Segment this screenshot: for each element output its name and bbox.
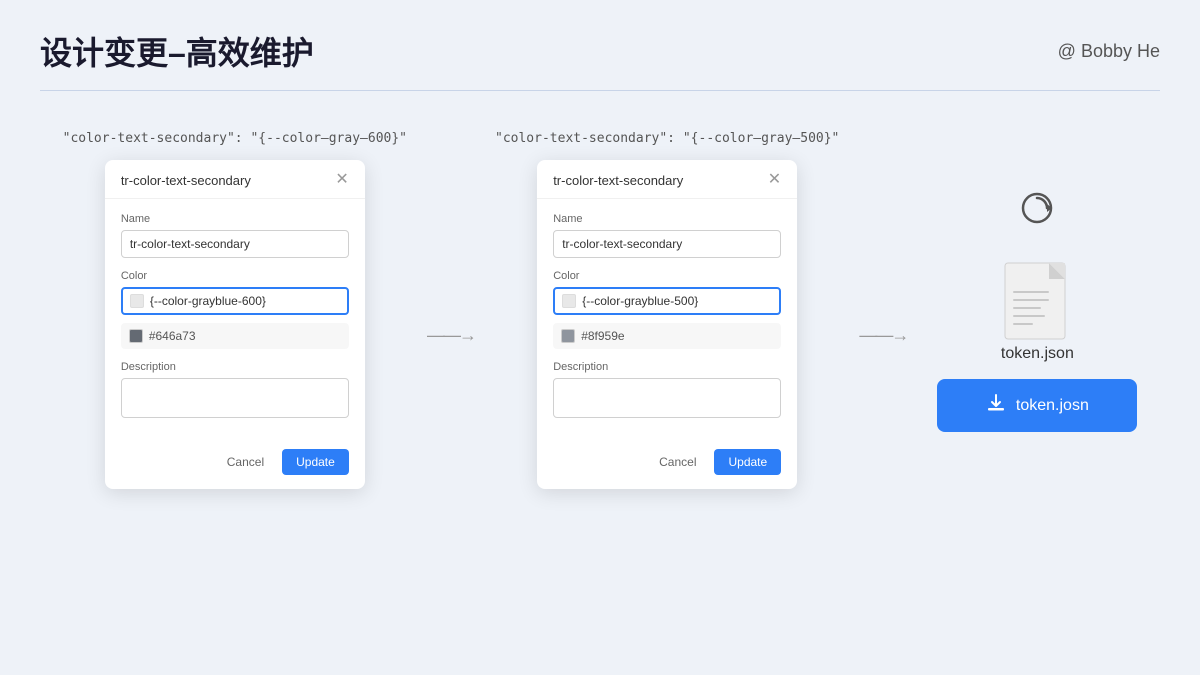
step1-desc-input[interactable] xyxy=(121,378,349,418)
step1-color-hex: #646a73 xyxy=(149,329,196,343)
file-doc-svg xyxy=(997,253,1077,345)
refresh-icon xyxy=(1017,188,1057,228)
step2-name-label: Name xyxy=(553,213,781,225)
user-info: @ Bobby He xyxy=(1058,41,1160,62)
download-icon xyxy=(986,393,1006,418)
step1-dialog-body: Name Color #646a73 Description xyxy=(105,199,365,443)
step2-color-label: Color xyxy=(553,270,781,282)
step2-color-value[interactable] xyxy=(582,294,772,308)
step1-color-preview-swatch xyxy=(129,329,143,343)
download-button[interactable]: token.josn xyxy=(937,379,1137,432)
step1-color-swatch xyxy=(130,294,144,308)
step1-color-preview: #646a73 xyxy=(121,323,349,349)
download-btn-label: token.josn xyxy=(1016,397,1089,415)
step2-dialog: tr-color-text-secondary ✕ Name Color #8f… xyxy=(537,160,797,489)
step1-close-button[interactable]: ✕ xyxy=(335,172,348,188)
arrow2-container: ——→ xyxy=(839,275,927,346)
step1-dialog: tr-color-text-secondary ✕ Name Color #64… xyxy=(105,160,365,489)
file-icon-area: token.json xyxy=(997,253,1077,363)
step1-label: "color-text-secondary": "{--color–gray–6… xyxy=(63,131,407,146)
step2-color-input-wrapper[interactable] xyxy=(553,287,781,315)
step2-label: "color-text-secondary": "{--color–gray–5… xyxy=(495,131,839,146)
step2-close-button[interactable]: ✕ xyxy=(768,172,781,188)
refresh-icon-wrap xyxy=(1017,188,1057,233)
arrow1-icon: ——→ xyxy=(427,325,475,346)
step1-color-label: Color xyxy=(121,270,349,282)
page-title: 设计变更–高效维护 xyxy=(40,28,314,74)
step2-name-input[interactable] xyxy=(553,230,781,258)
step2-color-preview-swatch xyxy=(561,329,575,343)
arrow2-icon: ——→ xyxy=(859,325,907,346)
step1-color-value[interactable] xyxy=(150,294,340,308)
step1-cancel-button[interactable]: Cancel xyxy=(217,450,274,474)
header: 设计变更–高效维护 @ Bobby He xyxy=(0,0,1200,90)
step2-color-swatch xyxy=(562,294,576,308)
step1-color-input-wrapper[interactable] xyxy=(121,287,349,315)
step2-desc-label: Description xyxy=(553,361,781,373)
step1-name-input[interactable] xyxy=(121,230,349,258)
step1-dialog-header: tr-color-text-secondary ✕ xyxy=(105,160,365,199)
step2-dialog-header: tr-color-text-secondary ✕ xyxy=(537,160,797,199)
main-content: "color-text-secondary": "{--color–gray–6… xyxy=(0,91,1200,519)
step1-dialog-footer: Cancel Update xyxy=(105,443,365,489)
step2-update-button[interactable]: Update xyxy=(714,449,781,475)
step2-desc-input[interactable] xyxy=(553,378,781,418)
step2-dialog-footer: Cancel Update xyxy=(537,443,797,489)
arrow1-container: ——→ xyxy=(407,275,495,346)
step1-desc-label: Description xyxy=(121,361,349,373)
step2-cancel-button[interactable]: Cancel xyxy=(649,450,706,474)
step1-name-label: Name xyxy=(121,213,349,225)
step2-container: "color-text-secondary": "{--color–gray–5… xyxy=(495,131,839,489)
step2-dialog-body: Name Color #8f959e Description xyxy=(537,199,797,443)
output-container: token.json token.josn xyxy=(937,188,1137,432)
step2-color-preview: #8f959e xyxy=(553,323,781,349)
step2-color-hex: #8f959e xyxy=(581,329,624,343)
output-filename-text: token.json xyxy=(1001,345,1074,363)
step1-container: "color-text-secondary": "{--color–gray–6… xyxy=(63,131,407,489)
step1-update-button[interactable]: Update xyxy=(282,449,349,475)
step1-dialog-title: tr-color-text-secondary xyxy=(121,173,251,188)
step2-dialog-title: tr-color-text-secondary xyxy=(553,173,683,188)
